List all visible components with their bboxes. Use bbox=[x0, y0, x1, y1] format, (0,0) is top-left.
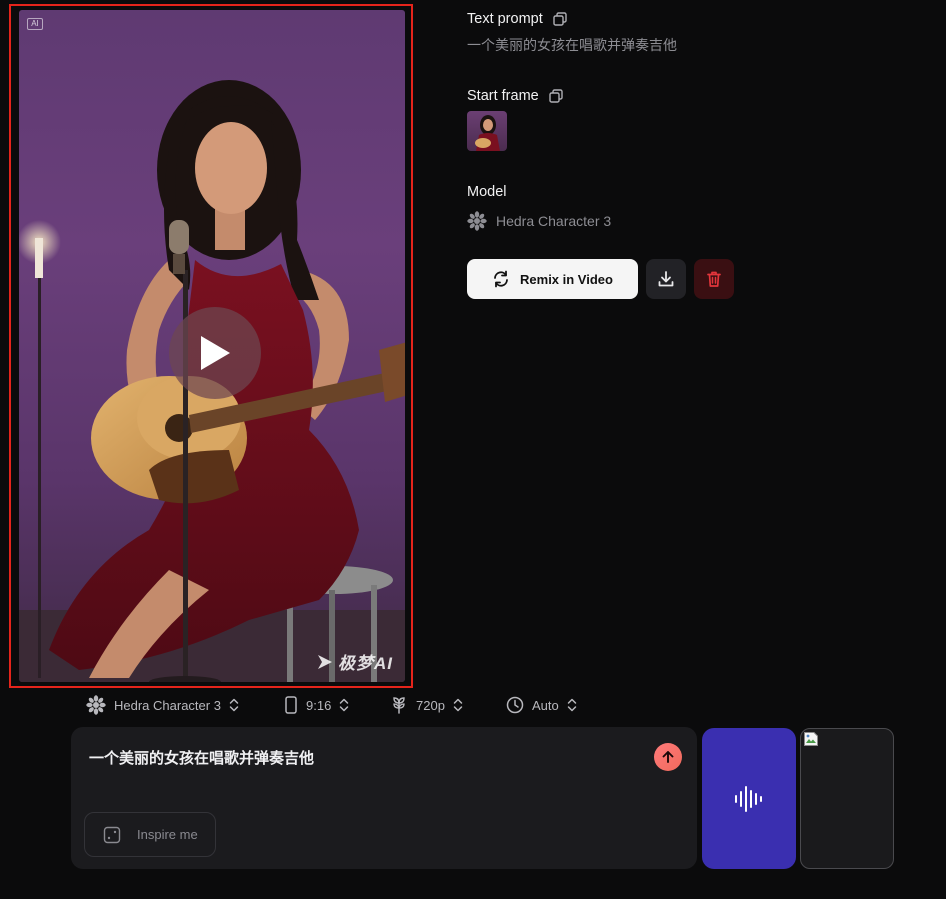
resolution-selector[interactable]: 720p bbox=[390, 688, 463, 722]
text-prompt-label: Text prompt bbox=[467, 11, 567, 27]
chevron-up-down-icon bbox=[229, 698, 239, 712]
dice-icon bbox=[103, 826, 121, 843]
prompt-composer[interactable]: 一个美丽的女孩在唱歌并弹奏吉他 Inspire me bbox=[71, 727, 697, 869]
model-label: Model bbox=[467, 184, 507, 200]
prompt-input[interactable]: 一个美丽的女孩在唱歌并弹奏吉他 bbox=[89, 747, 314, 768]
duration-value: Auto bbox=[532, 697, 559, 713]
copy-icon[interactable] bbox=[549, 89, 563, 103]
watermark-text: 极梦AI bbox=[338, 654, 393, 673]
send-button[interactable] bbox=[654, 743, 682, 771]
hedra-logo-icon bbox=[467, 211, 487, 231]
start-frame-label-text: Start frame bbox=[467, 88, 539, 104]
sprout-icon bbox=[393, 697, 405, 714]
aspect-ratio-value: 9:16 bbox=[306, 697, 332, 713]
start-frame-thumbnail-image bbox=[475, 115, 500, 151]
text-prompt-value: 一个美丽的女孩在唱歌并弹奏吉他 bbox=[467, 37, 677, 53]
video-preview[interactable]: AI 极梦AI bbox=[19, 10, 405, 682]
remix-in-video-button[interactable]: Remix in Video bbox=[467, 259, 638, 299]
broken-image-icon bbox=[804, 732, 818, 746]
arrow-up-icon bbox=[662, 751, 674, 763]
hedra-logo-icon bbox=[86, 695, 106, 715]
text-prompt-label-text: Text prompt bbox=[467, 11, 543, 27]
resolution-value: 720p bbox=[416, 697, 445, 713]
watermark-logo-icon bbox=[318, 654, 332, 669]
duration-selector[interactable]: Auto bbox=[506, 688, 577, 722]
reference-image-slot[interactable] bbox=[800, 728, 894, 869]
generation-settings-bar: Hedra Character 3 9:16 720p Auto bbox=[66, 688, 696, 722]
video-preview-frame: AI 极梦AI bbox=[9, 4, 413, 688]
model-selector[interactable]: Hedra Character 3 bbox=[86, 688, 239, 722]
delete-button[interactable] bbox=[694, 259, 734, 299]
download-button[interactable] bbox=[646, 259, 686, 299]
chevron-up-down-icon bbox=[340, 698, 349, 712]
trash-icon bbox=[707, 271, 721, 287]
page: AI 极梦AI Text prompt 一个美丽的女孩在唱歌并弹奏吉他 Star… bbox=[0, 0, 946, 899]
aspect-ratio-selector[interactable]: 9:16 bbox=[284, 688, 349, 722]
phone-portrait-icon bbox=[285, 696, 297, 714]
model-value-text: Hedra Character 3 bbox=[496, 213, 612, 229]
start-frame-thumbnail[interactable] bbox=[467, 111, 507, 151]
inspire-me-button[interactable]: Inspire me bbox=[84, 812, 216, 857]
model-value: Hedra Character 3 bbox=[467, 211, 611, 231]
download-icon bbox=[658, 271, 674, 287]
audio-button[interactable] bbox=[702, 728, 796, 869]
model-selector-value: Hedra Character 3 bbox=[114, 697, 221, 713]
model-label-text: Model bbox=[467, 184, 507, 200]
copy-icon[interactable] bbox=[553, 12, 567, 26]
audio-waveform-icon bbox=[735, 785, 762, 812]
play-button[interactable] bbox=[169, 307, 261, 399]
inspire-me-label: Inspire me bbox=[137, 827, 198, 842]
chevron-up-down-icon bbox=[453, 698, 463, 712]
ai-generated-badge: AI bbox=[27, 18, 43, 30]
start-frame-label: Start frame bbox=[467, 88, 563, 104]
remix-in-video-label: Remix in Video bbox=[520, 271, 613, 287]
watermark: 极梦AI bbox=[316, 649, 393, 674]
play-icon bbox=[201, 336, 230, 370]
clock-icon bbox=[506, 696, 524, 714]
chevron-up-down-icon bbox=[567, 698, 576, 712]
refresh-icon bbox=[494, 270, 508, 288]
